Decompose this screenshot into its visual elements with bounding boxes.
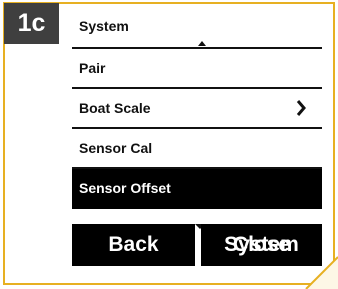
settings-menu: System Pair Boat Scale Sensor Cal Sensor… bbox=[72, 8, 322, 229]
back-softkey[interactable]: Back bbox=[72, 224, 195, 266]
menu-item-sensor-offset[interactable]: Sensor Offset bbox=[72, 169, 322, 209]
menu-item-label: Sensor Cal bbox=[79, 140, 153, 156]
menu-item-label: Sensor Offset bbox=[79, 180, 171, 196]
menu-item-label: System bbox=[79, 18, 129, 34]
menu-item-label: Pair bbox=[79, 60, 106, 76]
scroll-up-icon bbox=[198, 41, 206, 46]
screen-frame: 1c System Pair Boat Scale Sensor Cal Sen… bbox=[0, 0, 338, 289]
softkey-bar: Back Close System bbox=[72, 224, 322, 266]
chevron-right-icon bbox=[296, 100, 306, 116]
menu-item-boat-scale[interactable]: Boat Scale bbox=[72, 89, 322, 129]
menu-item-label: Boat Scale bbox=[79, 100, 151, 116]
system-softkey-label: System bbox=[224, 233, 299, 256]
step-tag: 1c bbox=[4, 3, 59, 44]
close-system-softkey[interactable]: Close System bbox=[201, 224, 322, 266]
menu-item-system[interactable]: System bbox=[72, 8, 322, 49]
back-softkey-label: Back bbox=[108, 233, 159, 256]
menu-item-sensor-cal[interactable]: Sensor Cal bbox=[72, 129, 322, 169]
menu-item-pair[interactable]: Pair bbox=[72, 49, 322, 89]
